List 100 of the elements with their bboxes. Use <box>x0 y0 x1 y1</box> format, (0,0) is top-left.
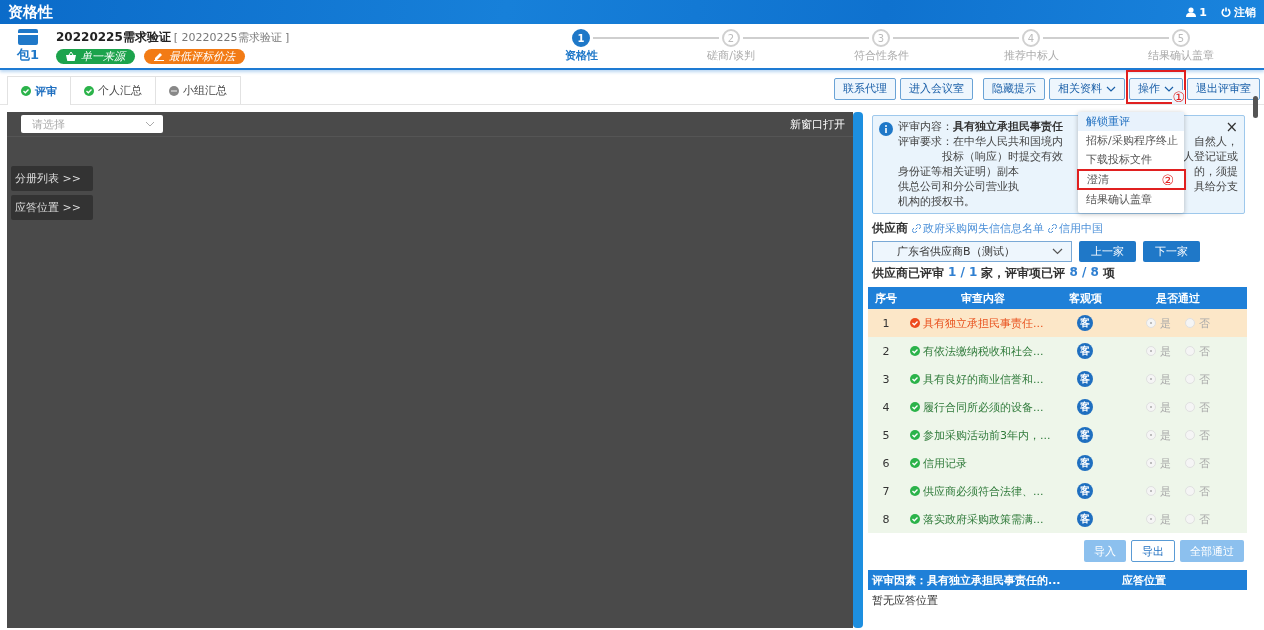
info-icon <box>879 122 893 136</box>
table-row[interactable]: 1 具有独立承担民事责任... 客 是 否 <box>868 309 1247 337</box>
toolbar-button[interactable]: 联系代理 <box>834 77 896 100</box>
table-row[interactable]: 2 有依法缴纳税收和社会... 客 是 否 <box>868 337 1247 365</box>
objective-badge: 客 <box>1077 511 1093 527</box>
row-number: 5 <box>881 428 891 442</box>
objective-badge: 客 <box>1077 315 1093 331</box>
empty-message: 暂无应答位置 <box>871 593 939 608</box>
objective-badge: 客 <box>1077 455 1093 471</box>
open-new-window-link[interactable]: 新窗口打开 <box>790 116 845 132</box>
table-row[interactable]: 5 参加采购活动前3年内，... 客 是 否 <box>868 421 1247 449</box>
folder-icon <box>18 28 38 45</box>
toolbar-button[interactable]: 退出评审室 <box>1187 77 1260 100</box>
tab[interactable]: 小组汇总 <box>155 76 241 104</box>
criterion-link[interactable]: 信用记录 <box>923 455 967 471</box>
criterion-link[interactable]: 履行合同所必须的设备... <box>923 399 1044 415</box>
criterion-link[interactable]: 供应商必须符合法律、... <box>923 483 1044 499</box>
menu-item[interactable]: 招标/采购程序终止 <box>1078 131 1184 150</box>
table-row[interactable]: 8 落实政府采购政策需满... 客 是 否 <box>868 505 1247 533</box>
table-row[interactable]: 3 具有良好的商业信誉和... 客 是 否 <box>868 365 1247 393</box>
user-icon <box>1186 7 1197 17</box>
basket-icon <box>66 51 76 61</box>
row-number: 1 <box>881 316 891 330</box>
tab[interactable]: 评审 <box>7 76 71 105</box>
menu-item[interactable]: 结果确认盖章 <box>1078 190 1184 209</box>
page-title: 资格性 <box>8 2 53 22</box>
toolbar-button[interactable]: 隐藏提示 <box>983 77 1045 100</box>
requirement-text: 自然人， <box>1194 135 1238 149</box>
user-count[interactable]: 1 <box>1186 4 1207 20</box>
requirement-text: 身份证等相关证明）副本 <box>898 165 1019 179</box>
progress-label: 项 <box>1102 265 1115 282</box>
next-button[interactable]: 下一家 <box>1143 241 1200 262</box>
chevron-down-icon <box>1106 85 1116 92</box>
previous-button[interactable]: 上一家 <box>1079 241 1136 262</box>
row-number: 2 <box>881 344 891 358</box>
step-number: 4 <box>1022 29 1040 47</box>
side-panel-button[interactable]: 分册列表 >> <box>11 166 93 191</box>
column-header: 客观项 <box>1067 290 1103 306</box>
criterion-link[interactable]: 具有独立承担民事责任... <box>923 315 1044 331</box>
row-number: 3 <box>881 372 891 386</box>
objective-badge: 客 <box>1077 343 1093 359</box>
pen-icon <box>154 51 164 61</box>
step-number: 1 <box>572 29 590 47</box>
external-link[interactable]: 政府采购网失信信息名单 <box>912 221 1044 236</box>
column-header: 应答位置 <box>1122 572 1166 588</box>
row-number: 6 <box>881 456 891 470</box>
requirement-text: 具给分支 <box>1194 180 1238 194</box>
requirement-text: 投标（响应）时提交有效 <box>941 150 1063 164</box>
requirement-text: 机构的授权书。 <box>898 195 975 209</box>
project-code: [ 20220225需求验证 ] <box>173 30 290 44</box>
requirement-text: 供总公司和分公司营业执 <box>898 180 1019 194</box>
link-icon <box>912 224 921 233</box>
project-title: 20220225需求验证 <box>56 29 171 44</box>
step-number: 2 <box>722 29 740 47</box>
column-header: 审查内容 <box>960 290 1006 306</box>
menu-item[interactable]: 解锁重评 <box>1078 112 1184 131</box>
objective-badge: 客 <box>1077 371 1093 387</box>
side-panel-button[interactable]: 应答位置 >> <box>11 195 93 220</box>
requirement-text: 的，须提 <box>1194 165 1238 179</box>
toolbar-button[interactable]: 进入会议室 <box>900 77 973 100</box>
close-button[interactable]: × <box>1225 120 1238 134</box>
logout-link[interactable]: 注销 <box>1221 4 1256 20</box>
power-icon <box>1221 7 1231 17</box>
column-header: 是否通过 <box>1154 290 1201 306</box>
supplier-label: 供应商 <box>872 220 908 237</box>
progress-label: 供应商已评审 <box>872 265 944 282</box>
objective-badge: 客 <box>1077 427 1093 443</box>
requirement-text: 评审要求：在中华人民共和国境内 <box>898 135 1063 149</box>
supplier-select[interactable]: 广东省供应商B（测试） <box>872 241 1072 262</box>
step-label[interactable]: 资格性 <box>564 48 598 63</box>
package-label: 包1 <box>16 45 39 64</box>
external-link[interactable]: 信用中国 <box>1048 221 1103 236</box>
table-row[interactable]: 4 履行合同所必须的设备... 客 是 否 <box>868 393 1247 421</box>
menu-item[interactable]: 下载投标文件 <box>1078 150 1184 169</box>
annotation-number: ② <box>1161 171 1174 188</box>
toolbar-button[interactable]: 相关资料 <box>1049 77 1125 100</box>
criterion-link[interactable]: 落实政府采购政策需满... <box>923 511 1044 527</box>
criterion-link[interactable]: 具有良好的商业信誉和... <box>923 371 1044 387</box>
action-button[interactable]: 导出 <box>1131 540 1175 562</box>
progress-label: 家，评审项已评 <box>981 265 1066 282</box>
menu-item[interactable]: 澄清 <box>1079 171 1162 188</box>
row-number: 8 <box>881 512 891 526</box>
step-number: 5 <box>1172 29 1190 47</box>
chevron-down-icon <box>1052 248 1063 255</box>
objective-badge: 客 <box>1077 483 1093 499</box>
review-content-text: 评审内容：具有独立承担民事责任 <box>898 120 1063 134</box>
criterion-link[interactable]: 参加采购活动前3年内，... <box>923 427 1051 443</box>
requirement-text: 人登记证或 <box>1183 150 1238 164</box>
chevron-down-icon <box>145 121 155 127</box>
progress-count: 1 / 1 <box>948 265 978 281</box>
link-icon <box>1048 224 1057 233</box>
table-row[interactable]: 6 信用记录 客 是 否 <box>868 449 1247 477</box>
table-row[interactable]: 7 供应商必须符合法律、... 客 是 否 <box>868 477 1247 505</box>
row-number: 7 <box>881 484 891 498</box>
row-number: 4 <box>881 400 891 414</box>
criterion-link[interactable]: 有依法缴纳税收和社会... <box>923 343 1044 359</box>
column-header: 序号 <box>874 290 898 306</box>
method-tag: 单一来源 <box>56 48 135 64</box>
method-tag: 最低评标价法 <box>144 48 245 64</box>
scrollbar-thumb[interactable] <box>1253 96 1258 118</box>
